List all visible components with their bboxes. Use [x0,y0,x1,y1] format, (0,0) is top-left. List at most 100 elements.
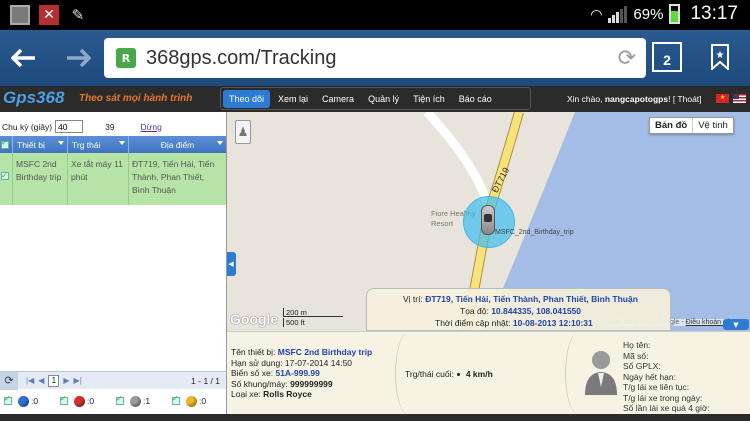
plate-number: 51A-999.99 [275,368,320,378]
column-header-location[interactable]: Địa điểm [129,136,226,153]
status-bar: ✕ ✎ ◠ 69% 13:17 [0,0,750,30]
driver-details: Họ tên: Mã số: Số GPLX: Ngày hết hạn: T/… [623,340,710,413]
battery-percent: 69% [633,5,664,23]
chevron-down-icon [119,141,125,145]
menu-item-xem-lai[interactable]: Xem lại [272,90,314,108]
blue-dot-icon [18,395,29,407]
legend-item[interactable]: : 1 [116,394,168,407]
vehicle-name: MSFC 2nd Birthday trip [277,347,373,357]
map-type-satellite[interactable]: Vệ tinh [693,118,733,133]
bookmark-icon[interactable]: ★ [705,40,735,74]
last-page-icon[interactable]: ▶| [74,376,82,385]
svg-text:★: ★ [716,50,725,61]
legend-item[interactable]: : 0 [4,394,56,407]
map-type-map[interactable]: Bản đồ [650,118,694,133]
page-input[interactable]: 1 [48,374,60,387]
tabs-button[interactable]: 2 [652,42,682,72]
clock: 13:17 [690,3,738,24]
close-icon: ✕ [39,5,59,25]
prev-page-icon[interactable]: ◀ [38,376,44,385]
image-icon [10,5,30,25]
username: nangcapotogps [604,94,669,104]
column-header-device[interactable]: Thiết bị [13,136,68,153]
table-row[interactable]: MSFC 2nd Birthday trip Xe tắt máy 11 phú… [0,153,226,205]
vehicle-label: MSFC_2nd_Birthday_trip [495,229,574,236]
signal-icon [608,5,628,23]
location-label: Vị trí: [403,294,423,304]
chevron-down-icon [58,141,64,145]
coords-label: Tọa độ: [460,306,489,316]
vehicle-type: Rolls Royce [263,389,312,399]
url-text: 368gps.com/Tracking [146,46,337,69]
menu-item-camera[interactable]: Camera [316,90,360,108]
updated-value: 10-08-2013 12:10:31 [512,318,593,328]
main-menu: Theo dõi Xem lại Camera Quản lý Tiện ích… [220,87,531,110]
cycle-label: Chu kỳ (giây) [2,121,53,132]
slogan: Theo sát mọi hành trình [79,93,193,104]
map-type-control: Bản đồ Vệ tinh [649,117,734,134]
battery-icon [669,4,681,24]
brand-logo[interactable]: Gps368 [3,88,64,108]
logout-link[interactable]: Thoát [677,94,699,104]
column-header-status[interactable]: Trg thái [68,136,129,153]
yellow-dot-icon [186,395,197,407]
row-checkbox[interactable] [0,153,13,205]
legend-item[interactable]: : 0 [60,394,112,407]
menu-item-theo-doi[interactable]: Theo dõi [223,89,271,108]
cycle-countdown: 39 [105,121,115,132]
coords-value: 10.844335, 108.041550 [491,306,582,316]
gray-dot-icon [130,395,141,407]
refresh-cycle: Chu kỳ (giây) 39 Dừng [2,120,162,133]
chevron-down-icon [217,141,223,145]
frame-number: 999999999 [290,378,333,389]
menu-item-quan-ly[interactable]: Quản lý [362,90,405,108]
red-dot-icon [74,395,85,407]
collapse-panel-icon[interactable]: ◀ [227,252,236,276]
legend-item[interactable]: : 0 [172,394,224,407]
pager: ⟳ |◀ ◀ 1 ▶ ▶| 1 - 1 / 1 [0,371,226,390]
logout-suffix: ] [699,94,702,104]
vietnam-flag-icon[interactable] [716,94,729,103]
stop-link[interactable]: Dừng [141,122,162,132]
cell-device: MSFC 2nd Birthday trip [13,153,68,205]
site-header: Gps368 Theo sát mọi hành trình Theo dõi … [0,86,750,112]
expiry-date: 17-07-2014 14:50 [284,357,353,368]
info-toggle-icon[interactable]: ▼ [723,319,749,330]
cycle-input[interactable] [55,120,84,133]
vehicle-details: Tên thiết bị: MSFC 2nd Birthday trip Hạn… [231,347,373,399]
user-greeting: Xin chào, nangcapotogps! [ Thoát] [567,94,702,104]
browser-toolbar: R 368gps.com/Tracking ⟳ 2 ★ [0,30,750,86]
pencil-icon: ✎ [71,6,85,24]
page-range: 1 - 1 / 1 [191,375,220,386]
vehicle-list-panel: Chu kỳ (giây) 39 Dừng Thiết bị Trg thái … [0,112,227,414]
car-icon[interactable] [481,205,495,235]
site-icon: R [116,48,136,68]
cell-status: Xe tắt máy 11 phút [68,153,129,205]
logout-prefix: ! [ [668,94,676,104]
us-flag-icon[interactable] [733,94,746,103]
status-dot-icon [456,373,460,376]
pegman-icon[interactable]: ♟ [235,120,251,144]
location-value: ĐT719, Tiến Hải, Tiến Thành, Phan Thiết,… [425,294,638,304]
address-bar[interactable]: R 368gps.com/Tracking ⟳ [104,38,646,78]
select-all-checkbox[interactable] [0,136,13,153]
vehicle-info-panel: Tên thiết bị: MSFC 2nd Birthday trip Hạn… [227,331,750,415]
next-page-icon[interactable]: ▶ [63,376,69,385]
greeting-text: Xin chào, [567,94,603,104]
wifi-icon: ◠ [590,5,603,22]
updated-label: Thời điểm cập nhật: [435,318,511,328]
grid-header: Thiết bị Trg thái Địa điểm [0,136,226,153]
menu-item-tien-ich[interactable]: Tiện ích [407,90,451,108]
refresh-icon[interactable]: ⟳ [0,371,18,390]
speed-value: 4 km/h [465,369,493,379]
position-panel: Vị trí: ĐT719, Tiến Hải, Tiến Thành, Pha… [366,288,671,331]
forward-arrow-icon[interactable] [60,40,96,76]
bottom-strip [0,414,750,421]
last-status: Trg/thái cuối: 4 km/h [405,369,493,379]
back-arrow-icon[interactable] [6,40,42,76]
google-logo: Google [230,311,279,327]
menu-item-bao-cao[interactable]: Báo cáo [453,90,498,108]
first-page-icon[interactable]: |◀ [26,376,34,385]
status-legend: : 0 : 0 : 1 : 0 [0,389,226,413]
reload-icon[interactable]: ⟳ [618,46,636,71]
